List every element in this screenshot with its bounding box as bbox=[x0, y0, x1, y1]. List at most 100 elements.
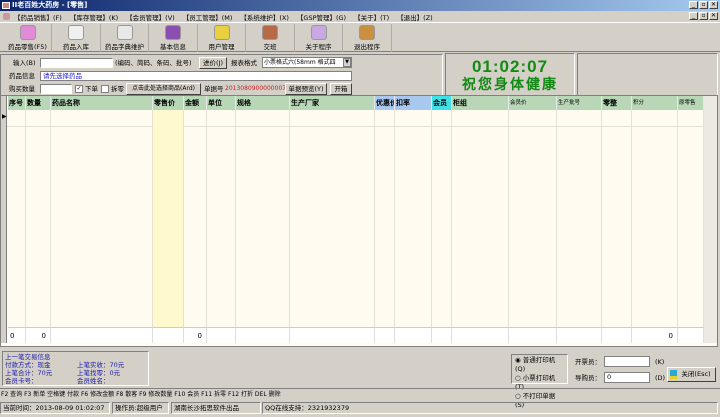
toolbar-icon bbox=[68, 25, 84, 40]
menu-item-2[interactable]: 【会员管理】(V) bbox=[126, 12, 175, 22]
column-header[interactable]: 积分 bbox=[632, 96, 678, 110]
guide-label: 导购员： bbox=[575, 374, 601, 382]
toolbar-button-3[interactable]: 基本信息 bbox=[150, 24, 198, 52]
grid-column bbox=[207, 110, 236, 327]
issuer-select[interactable] bbox=[604, 356, 650, 367]
menu-item-5[interactable]: 【GSP管理】(G) bbox=[297, 12, 346, 22]
close-button[interactable]: ✕ bbox=[709, 1, 718, 9]
issuer-key: (K) bbox=[655, 358, 665, 366]
close-esc-button[interactable]: 关闭(Esc) bbox=[667, 367, 716, 382]
total-cell bbox=[452, 327, 509, 343]
toolbar: 药品零售(F5) 药品入库 药品字典维护 基本信息 用户管理 交班 关于程序 退出程序 bbox=[0, 22, 720, 52]
current-row-icon: ▶ bbox=[2, 113, 7, 120]
column-header[interactable]: 会员价 bbox=[509, 96, 557, 110]
grid-column bbox=[290, 110, 375, 327]
input-field[interactable] bbox=[40, 58, 113, 68]
print-option-radio[interactable]: ◉ 普通打印机(Q) bbox=[515, 356, 564, 374]
bill-preview-button[interactable]: 单据预览(Y) bbox=[285, 83, 327, 95]
chevron-down-icon[interactable]: ▼ bbox=[343, 58, 351, 67]
last-total: 上笔合计：70元 bbox=[5, 369, 53, 377]
menu-item-4[interactable]: 【系统维护】(X) bbox=[240, 12, 289, 22]
guide-key: (D) bbox=[655, 374, 666, 382]
bill-no-label: 单据号 bbox=[204, 85, 224, 93]
total-cell bbox=[290, 327, 375, 343]
total-cell bbox=[51, 327, 153, 343]
toolbar-icon bbox=[116, 25, 133, 40]
column-header[interactable]: 原零售 bbox=[678, 96, 704, 110]
cost-price-button[interactable]: 进价(J) bbox=[199, 57, 227, 69]
grid-column bbox=[632, 110, 678, 327]
column-header[interactable]: 扣率 bbox=[395, 96, 432, 110]
toolbar-button-0[interactable]: 药品零售(F5) bbox=[4, 24, 52, 52]
total-cell bbox=[678, 327, 704, 343]
scrollbar[interactable] bbox=[704, 96, 717, 343]
column-header[interactable]: 生产批号 bbox=[557, 96, 602, 110]
toolbar-label: 交班 bbox=[263, 43, 277, 51]
app-icon bbox=[2, 2, 10, 9]
column-header[interactable]: 数量 bbox=[26, 96, 51, 110]
toolbar-label: 药品字典维护 bbox=[105, 43, 144, 51]
toolbar-button-7[interactable]: 退出程序 bbox=[344, 24, 392, 52]
last-received: 上笔实收：70元 bbox=[77, 361, 125, 369]
sales-grid[interactable]: ▶ 序号 0 数量 0 药品名称 零售价 金额 0 单位 规格 生产厂家 优惠价 扣率 会员 柜组 会员价 生产… bbox=[0, 95, 718, 347]
menu-item-7[interactable]: 【退出】(Z) bbox=[397, 12, 433, 22]
toolbar-button-4[interactable]: 用户管理 bbox=[198, 24, 246, 52]
mdi-restore-button[interactable]: ▫ bbox=[699, 12, 708, 20]
toolbar-button-5[interactable]: 交班 bbox=[247, 24, 295, 52]
select-product-button[interactable]: 点击此处选择商品(Ard) bbox=[126, 83, 201, 95]
column-header[interactable]: 零整 bbox=[602, 96, 632, 110]
column-header[interactable]: 规格 bbox=[236, 96, 290, 110]
grid-column bbox=[51, 110, 153, 327]
report-format-select[interactable]: 小票格式六(58mm 格式四 bbox=[262, 57, 352, 68]
shortcut-bar: F2 查询 F3 新单 空格键 付款 F6 修改金额 F8 散客 F9 修改数量… bbox=[0, 388, 720, 401]
print-option-label: 普通打印机(Q) bbox=[515, 356, 556, 373]
mdi-minimize-button[interactable]: _ bbox=[689, 12, 698, 20]
minimize-button[interactable]: _ bbox=[689, 1, 698, 9]
total-cell bbox=[432, 327, 452, 343]
clock-time: 01:02:07 bbox=[471, 57, 549, 76]
toolbar-button-1[interactable]: 药品入库 bbox=[53, 24, 101, 52]
restore-button[interactable]: ▫ bbox=[699, 1, 708, 9]
grid-column bbox=[557, 110, 602, 327]
column-header[interactable]: 零售价 bbox=[153, 96, 184, 110]
total-cell bbox=[395, 327, 432, 343]
toolbar-label: 退出程序 bbox=[354, 43, 380, 51]
column-header[interactable]: 优惠价 bbox=[375, 96, 395, 110]
column-header[interactable]: 会员 bbox=[432, 96, 452, 110]
order-checkbox[interactable]: ✓ bbox=[75, 85, 83, 93]
column-header[interactable]: 单位 bbox=[207, 96, 236, 110]
window-controls: _ ▫ ✕ bbox=[689, 1, 718, 9]
total-cell bbox=[236, 327, 290, 343]
menu-item-3[interactable]: 【员工管理】(M) bbox=[183, 12, 233, 22]
qty-input[interactable] bbox=[40, 84, 72, 94]
report-format-label: 报表格式 bbox=[231, 59, 257, 67]
toolbar-button-6[interactable]: 关于程序 bbox=[295, 24, 343, 52]
menu-item-1[interactable]: 【库存管理】(K) bbox=[70, 12, 118, 22]
radio-icon: ○ bbox=[515, 374, 521, 382]
column-header[interactable]: 序号 bbox=[8, 96, 26, 110]
grid-column bbox=[432, 110, 452, 327]
status-vendor: 湖南长沙拓思软件出品 bbox=[171, 402, 261, 414]
open-drawer-button[interactable]: 开箱 bbox=[330, 83, 352, 95]
menu-item-6[interactable]: 【关于】(T) bbox=[354, 12, 389, 22]
row-indicator-column bbox=[1, 96, 7, 343]
blank-panel bbox=[577, 53, 718, 97]
column-header[interactable]: 生产厂家 bbox=[290, 96, 375, 110]
split-checkbox[interactable] bbox=[101, 85, 109, 93]
radio-icon: ◉ bbox=[515, 356, 521, 364]
column-header[interactable]: 柜组 bbox=[452, 96, 509, 110]
column-header[interactable]: 药品名称 bbox=[51, 96, 153, 110]
bill-no-value: 2013080900000007 bbox=[225, 85, 287, 92]
mdi-close-button[interactable]: ✕ bbox=[709, 12, 718, 20]
close-esc-label: 关闭(Esc) bbox=[681, 370, 711, 378]
toolbar-icon bbox=[359, 25, 375, 40]
clock-panel: 01:02:07 祝您身体健康 bbox=[445, 53, 575, 97]
toolbar-button-2[interactable]: 药品字典维护 bbox=[101, 24, 149, 52]
last-member-name: 会员姓名： bbox=[77, 377, 110, 385]
column-header[interactable]: 金额 bbox=[184, 96, 207, 110]
guide-select[interactable]: 0 bbox=[604, 372, 650, 383]
total-cell: 0 bbox=[8, 327, 26, 343]
grid-column bbox=[678, 110, 704, 327]
last-member-card: 会员卡号： bbox=[5, 377, 38, 385]
menu-item-0[interactable]: 【药品销售】(F) bbox=[14, 12, 62, 22]
